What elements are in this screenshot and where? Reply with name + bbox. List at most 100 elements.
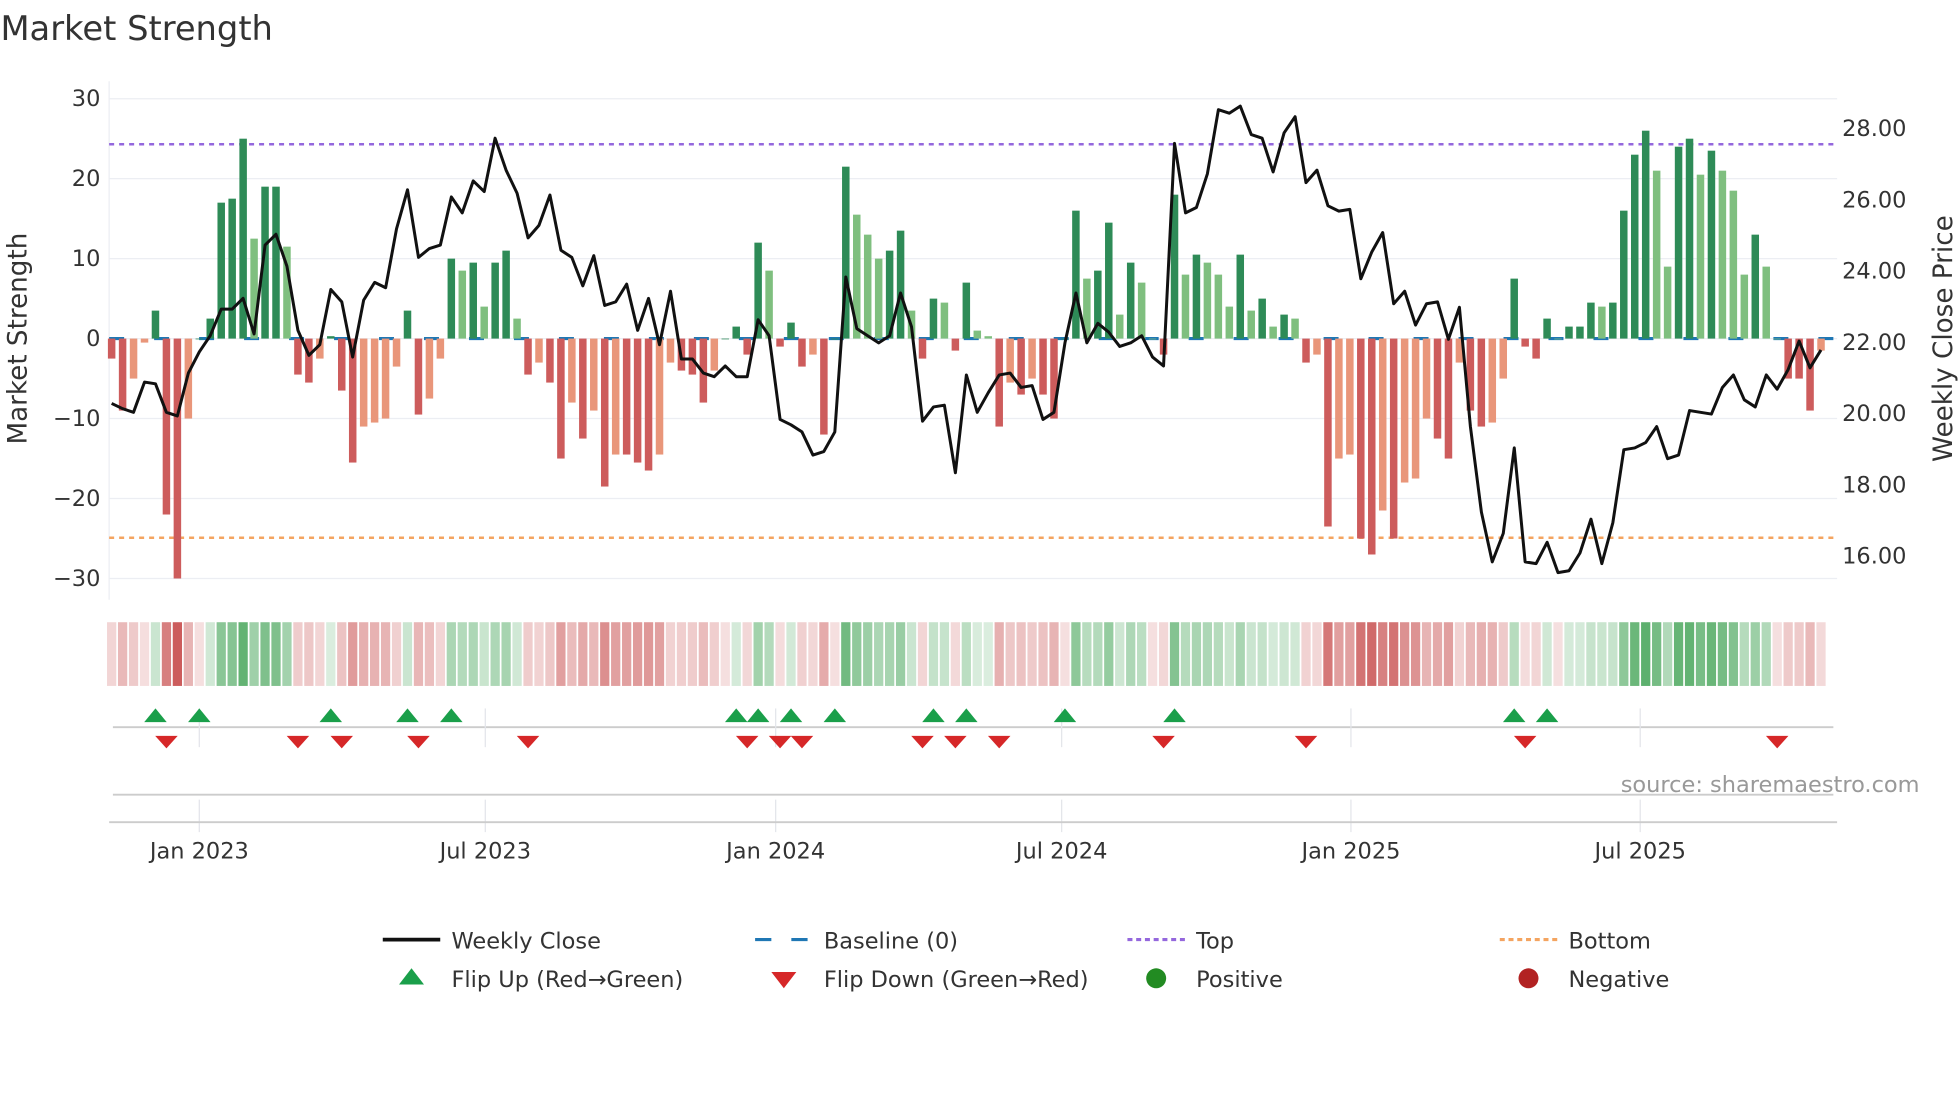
heatmap-cell — [380, 622, 391, 686]
flip-down-marker — [155, 735, 178, 749]
flip-down-marker — [1152, 735, 1175, 749]
strength-bar — [491, 262, 499, 339]
strength-bar — [1707, 150, 1716, 339]
strength-bar — [1269, 326, 1277, 339]
heatmap-cell — [1630, 622, 1640, 686]
strength-bar — [1148, 338, 1157, 340]
strength-bar — [765, 270, 773, 339]
strength-bar — [1291, 318, 1299, 339]
heatmap-cell — [852, 622, 862, 686]
heatmap-cell — [1410, 622, 1421, 686]
strength-bar — [414, 338, 423, 415]
heatmap-cell — [819, 622, 829, 686]
strength-bar — [940, 302, 949, 339]
strength-bar — [1576, 326, 1584, 339]
flip-up-marker — [188, 708, 211, 723]
heatmap-cell — [841, 622, 851, 686]
heatmap-cell — [1553, 622, 1563, 686]
heatmap-cell — [972, 622, 982, 686]
heatmap-cell — [1750, 622, 1760, 686]
heatmap-cell — [359, 622, 369, 686]
heatmap-cell — [1783, 622, 1793, 686]
heatmap-cell — [150, 622, 161, 686]
heatmap-cell — [1586, 622, 1596, 686]
strength-bar — [151, 310, 160, 339]
legend-label: Bottom — [1568, 928, 1650, 954]
heatmap-cell — [1400, 622, 1410, 686]
flip-up-marker — [823, 708, 847, 723]
heatmap-cell — [227, 622, 237, 686]
heatmap-cell — [1158, 622, 1169, 686]
y2-tick-label: 18.00 — [1842, 472, 1906, 498]
strength-bar — [1280, 314, 1288, 339]
heatmap-cell — [1126, 622, 1136, 686]
strength-bar — [1433, 338, 1442, 439]
strength-bars — [107, 130, 1825, 579]
flip-up-marker — [440, 708, 463, 723]
heatmap-cell — [709, 622, 719, 686]
strength-bar — [436, 338, 445, 359]
strength-bar — [1532, 338, 1540, 359]
flip-down-marker — [768, 735, 792, 749]
heatmap-cell — [424, 622, 435, 686]
heatmap-cell — [1005, 622, 1015, 686]
heatmap-cell — [1761, 622, 1771, 686]
strength-bar — [425, 338, 434, 399]
heatmap-cell — [1104, 622, 1114, 686]
heatmap-cell — [1542, 622, 1552, 686]
heatmap-cell — [665, 622, 676, 686]
heatmap-cell — [1367, 622, 1377, 686]
heatmap-cell — [534, 622, 544, 686]
heatmap-cell — [1487, 622, 1497, 686]
strength-bar — [1510, 278, 1518, 339]
heatmap-cell — [1279, 622, 1289, 686]
heatmap-cell — [1465, 622, 1476, 686]
strength-bar — [776, 338, 784, 347]
strength-bar — [951, 338, 960, 351]
heatmap-cell — [687, 622, 698, 686]
heatmap-cell — [479, 622, 489, 686]
heatmap-cell — [1564, 622, 1574, 686]
strength-bar — [1543, 318, 1551, 339]
strength-bar — [129, 338, 138, 379]
left-axis: 30 20 10 0 −10 −20 −30 — [53, 86, 100, 592]
strength-bar — [557, 338, 565, 459]
flip-down-marker — [407, 735, 430, 749]
heatmap-cell — [1794, 622, 1804, 686]
flip-up-marker — [1053, 708, 1077, 723]
heatmap-cell — [1641, 622, 1651, 686]
heatmap-cell — [337, 622, 347, 686]
heatmap-cell — [1520, 622, 1530, 686]
strength-bar — [1773, 338, 1781, 340]
heatmap-cell — [578, 622, 588, 686]
flip-down-marker — [735, 735, 759, 749]
strength-bar — [1357, 338, 1365, 539]
strength-bar — [447, 258, 456, 339]
x-tick-label: Jul 2024 — [1014, 838, 1107, 864]
strength-bar — [732, 326, 740, 339]
heatmap-cell — [764, 622, 774, 686]
heatmap-cell — [1115, 622, 1125, 686]
heatmap-cell — [589, 622, 599, 686]
heatmap-cell — [917, 622, 928, 686]
heatmap-cell — [523, 622, 533, 686]
heatmap-cell — [271, 622, 281, 686]
heatmap-cell — [895, 622, 906, 686]
strength-bar — [195, 338, 204, 340]
heatmap-cell — [1684, 622, 1695, 686]
heatmap-cell — [1093, 622, 1103, 686]
flip-up-marker — [724, 708, 748, 723]
strength-bar — [1400, 338, 1409, 483]
heatmap-cell — [161, 622, 172, 686]
heatmap-cell — [1049, 622, 1059, 686]
flip-down-marker — [1294, 735, 1318, 749]
heatmap-cell — [435, 622, 445, 686]
x-tick-label: Jan 2025 — [1299, 838, 1400, 864]
strength-bar — [798, 338, 806, 367]
strength-bar — [1806, 338, 1814, 411]
strength-bar — [600, 338, 609, 487]
heatmap-cell — [260, 622, 270, 686]
heatmap-cell — [753, 622, 763, 686]
heatmap-cell — [939, 622, 950, 686]
strength-bar — [1346, 338, 1354, 455]
